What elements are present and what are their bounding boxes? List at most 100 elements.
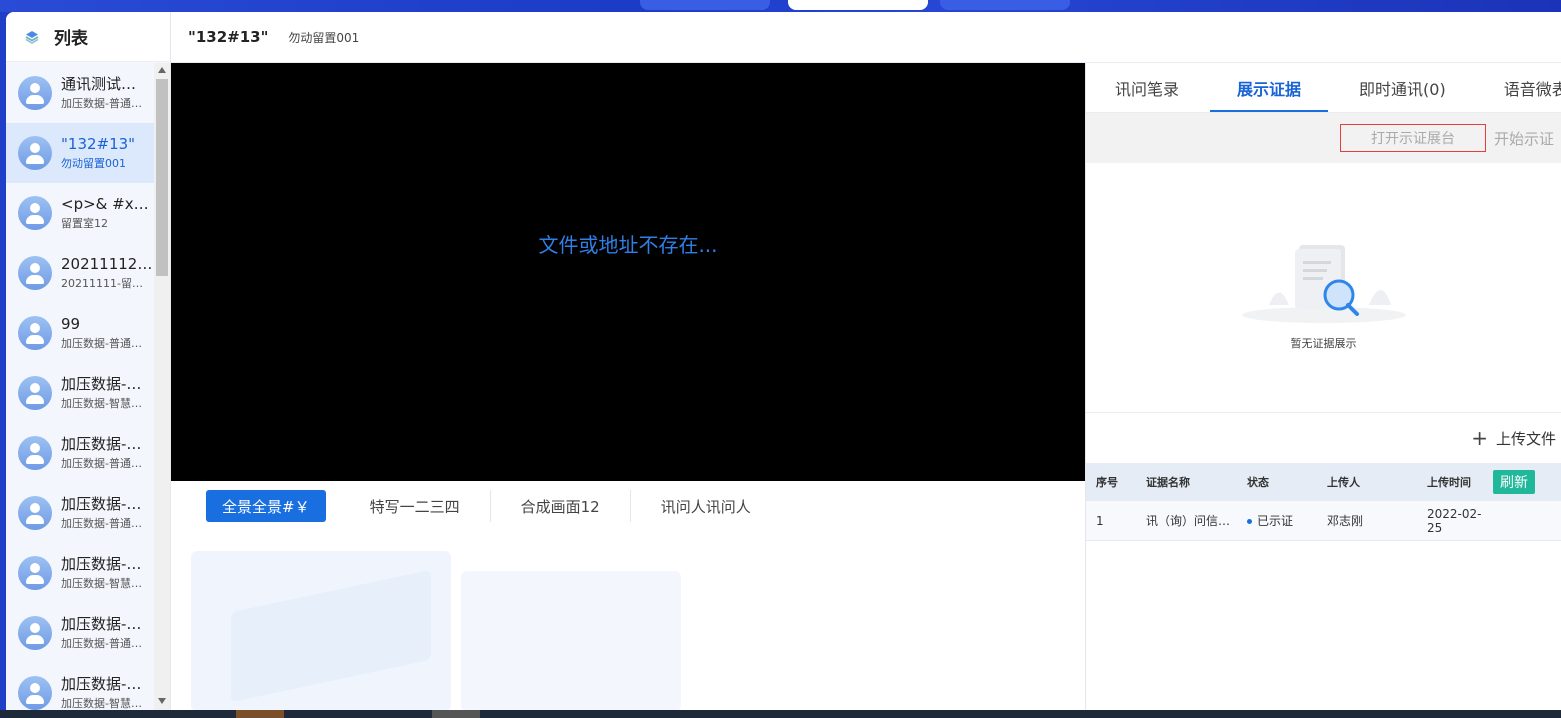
list-item-title: <p>& #x1… bbox=[61, 195, 153, 213]
list-item-title: "132#13" bbox=[61, 135, 136, 153]
user-avatar-icon bbox=[18, 556, 52, 590]
list-item-title: 加压数据-… bbox=[61, 495, 142, 513]
table-row[interactable]: 1 讯（询）问信… 已示证 邓志刚 2022-02-25 bbox=[1086, 501, 1561, 541]
tab-show-evidence[interactable]: 展示证据 bbox=[1208, 63, 1330, 112]
column-header-no: 序号 bbox=[1096, 476, 1118, 489]
list-item[interactable]: 加压数据-… 加压数据-普通… bbox=[6, 603, 154, 663]
upload-file-label: 上传文件 bbox=[1495, 429, 1556, 448]
cell-name: 讯（询）问信… bbox=[1146, 514, 1231, 528]
empty-document-search-icon bbox=[1239, 225, 1409, 325]
camera-tabs: 全景全景#￥ 特写一二三四 合成画面12 讯问人讯问人 bbox=[171, 481, 1085, 531]
list-item[interactable]: 加压数据-… 加压数据-智慧… bbox=[6, 663, 154, 710]
column-header-time: 上传时间 bbox=[1427, 476, 1471, 489]
sidebar-scrollbar[interactable] bbox=[154, 63, 170, 710]
list-item-sub: 20211111-留置… bbox=[61, 277, 153, 290]
tab-voice-microexpression[interactable]: 语音微表情 bbox=[1475, 63, 1561, 112]
cell-uploader: 邓志刚 bbox=[1327, 514, 1364, 528]
evidence-toolbar: 打开示证展台 开始示证 bbox=[1086, 113, 1561, 163]
list-item-sub: 留置室12 bbox=[61, 217, 108, 230]
user-avatar-icon bbox=[18, 76, 52, 110]
os-taskbar bbox=[0, 710, 1561, 718]
layers-icon bbox=[24, 29, 40, 45]
user-avatar-icon bbox=[18, 376, 52, 410]
list-item-selected[interactable]: "132#13" 勿动留置001 bbox=[6, 123, 154, 183]
user-avatar-icon bbox=[18, 316, 52, 350]
sidebar: 列表 通讯测试… 加压数据-普通… "132#13" 勿动留置001 <p>& #x… bbox=[6, 12, 171, 710]
camera-tab-panorama[interactable]: 全景全景#￥ bbox=[206, 490, 326, 522]
right-tabs: 讯问笔录 展示证据 即时通讯(0) 语音微表情 bbox=[1086, 63, 1561, 113]
list-item-sub: 勿动留置001 bbox=[61, 157, 126, 170]
taskbar-app[interactable] bbox=[236, 710, 284, 718]
user-avatar-icon bbox=[18, 676, 52, 710]
list-item-sub: 加压数据-普通… bbox=[61, 517, 142, 530]
open-evidence-stage-button[interactable]: 打开示证展台 bbox=[1339, 124, 1486, 152]
list-item[interactable]: 20211112-… 20211111-留置… bbox=[6, 243, 154, 303]
cell-status: 已示证 bbox=[1247, 512, 1327, 529]
list-item[interactable]: 加压数据-… 加压数据-智慧… bbox=[6, 363, 154, 423]
list-item-title: 加压数据-… bbox=[61, 435, 142, 453]
column-header-name: 证据名称 bbox=[1146, 476, 1190, 489]
list-item-title: 加压数据-… bbox=[61, 675, 142, 693]
status-dot-icon bbox=[1247, 519, 1252, 524]
camera-tab-closeup[interactable]: 特写一二三四 bbox=[340, 490, 491, 522]
sidebar-title: 列表 bbox=[54, 29, 88, 49]
list-item-sub: 加压数据-普通… bbox=[61, 457, 142, 470]
list-item-title: 加压数据-… bbox=[61, 555, 142, 573]
decorative-background bbox=[171, 531, 1085, 710]
camera-tab-interrogator[interactable]: 讯问人讯问人 bbox=[631, 490, 781, 522]
list-item[interactable]: 加压数据-… 加压数据-普通… bbox=[6, 423, 154, 483]
user-avatar-icon bbox=[18, 256, 52, 290]
list-item[interactable]: 加压数据-… 加压数据-普通… bbox=[6, 483, 154, 543]
list-item-title: 加压数据-… bbox=[61, 375, 142, 393]
scroll-down-arrow-icon[interactable] bbox=[158, 698, 166, 704]
tab-instant-messaging[interactable]: 即时通讯(0) bbox=[1330, 63, 1475, 112]
list-item-title: 加压数据-… bbox=[61, 615, 142, 633]
top-nav-tab-active[interactable] bbox=[788, 0, 928, 10]
column-header-uploader: 上传人 bbox=[1327, 476, 1360, 489]
user-avatar-icon bbox=[18, 196, 52, 230]
app-window: 列表 通讯测试… 加压数据-普通… "132#13" 勿动留置001 <p>& #x… bbox=[6, 12, 1561, 710]
main-header: "132#13" 勿动留置001 bbox=[171, 12, 1561, 63]
column-header-status: 状态 bbox=[1247, 476, 1269, 489]
plus-icon: + bbox=[1471, 426, 1488, 450]
empty-state-text: 暂无证据展示 bbox=[1290, 336, 1357, 350]
list-item-title: 通讯测试… bbox=[61, 75, 137, 93]
list-item[interactable]: <p>& #x1… 留置室12 bbox=[6, 183, 154, 243]
video-error-message: 文件或地址不存在... bbox=[538, 232, 718, 257]
page-subtitle: 勿动留置001 bbox=[288, 30, 360, 45]
right-panel: 讯问笔录 展示证据 即时通讯(0) 语音微表情 打开示证展台 开始示证 bbox=[1085, 63, 1561, 710]
sidebar-header: 列表 bbox=[6, 12, 170, 62]
cell-no: 1 bbox=[1096, 513, 1104, 528]
list-item-sub: 加压数据-智慧… bbox=[61, 397, 142, 410]
start-evidence-button[interactable]: 开始示证 bbox=[1494, 128, 1554, 149]
refresh-button[interactable]: 刷新 bbox=[1493, 470, 1535, 494]
list-item-sub: 加压数据-普通… bbox=[61, 337, 142, 350]
user-avatar-icon bbox=[18, 436, 52, 470]
scroll-thumb[interactable] bbox=[156, 79, 168, 276]
top-nav-strip bbox=[0, 0, 1561, 12]
user-avatar-icon bbox=[18, 616, 52, 650]
page-title: "132#13" bbox=[188, 28, 269, 46]
list-item-sub: 加压数据-智慧… bbox=[61, 697, 142, 710]
user-avatar-icon bbox=[18, 496, 52, 530]
cell-time: 2022-02-25 bbox=[1427, 506, 1482, 535]
list-item-title: 99 bbox=[61, 315, 81, 333]
scroll-up-arrow-icon[interactable] bbox=[158, 67, 166, 73]
taskbar-app[interactable] bbox=[432, 710, 480, 718]
list-item[interactable]: 通讯测试… 加压数据-普通… bbox=[6, 63, 154, 123]
case-list: 通讯测试… 加压数据-普通… "132#13" 勿动留置001 <p>& #x1… 留… bbox=[6, 63, 154, 710]
cell-status-text: 已示证 bbox=[1257, 514, 1294, 528]
upload-file-button[interactable]: + 上传文件 bbox=[1086, 413, 1561, 463]
video-player[interactable]: 文件或地址不存在... bbox=[171, 63, 1085, 481]
list-item-sub: 加压数据-普通… bbox=[61, 637, 142, 650]
list-item-title: 20211112-… bbox=[61, 255, 153, 273]
evidence-table-header: 序号 证据名称 状态 上传人 上传时间 刷新 bbox=[1086, 463, 1561, 501]
list-item[interactable]: 加压数据-… 加压数据-智慧… bbox=[6, 543, 154, 603]
tab-interrogation-record[interactable]: 讯问笔录 bbox=[1086, 63, 1208, 112]
list-item[interactable]: 99 加压数据-普通… bbox=[6, 303, 154, 363]
camera-tab-composite[interactable]: 合成画面12 bbox=[491, 490, 631, 522]
list-item-sub: 加压数据-普通… bbox=[61, 97, 142, 110]
top-nav-tab[interactable] bbox=[940, 0, 1070, 10]
top-nav-tab[interactable] bbox=[640, 0, 770, 10]
user-avatar-icon bbox=[18, 136, 52, 170]
